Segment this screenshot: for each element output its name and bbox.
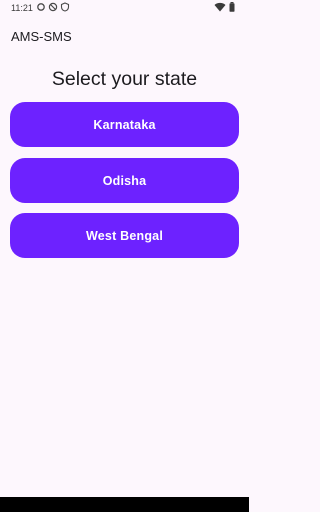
state-button-label: West Bengal bbox=[86, 228, 163, 243]
navigation-bar bbox=[0, 497, 249, 512]
page-title: Select your state bbox=[51, 68, 198, 90]
status-icons-left bbox=[36, 2, 70, 12]
state-button-karnataka[interactable]: Karnataka bbox=[10, 102, 239, 147]
shield-icon bbox=[60, 2, 70, 12]
status-time: 11:21 bbox=[11, 3, 33, 13]
state-button-label: Odisha bbox=[102, 173, 147, 188]
notification-dot-icon bbox=[37, 3, 45, 11]
wifi-icon bbox=[214, 2, 226, 12]
state-button-odisha[interactable]: Odisha bbox=[10, 158, 239, 203]
app-title: AMS-SMS bbox=[11, 29, 72, 44]
state-button-label: Karnataka bbox=[93, 117, 156, 132]
state-button-west-bengal[interactable]: West Bengal bbox=[10, 213, 239, 258]
battery-icon bbox=[229, 2, 235, 12]
status-icons-right bbox=[214, 2, 235, 12]
do-not-disturb-icon bbox=[48, 2, 58, 12]
status-bar: 11:21 bbox=[0, 0, 249, 16]
